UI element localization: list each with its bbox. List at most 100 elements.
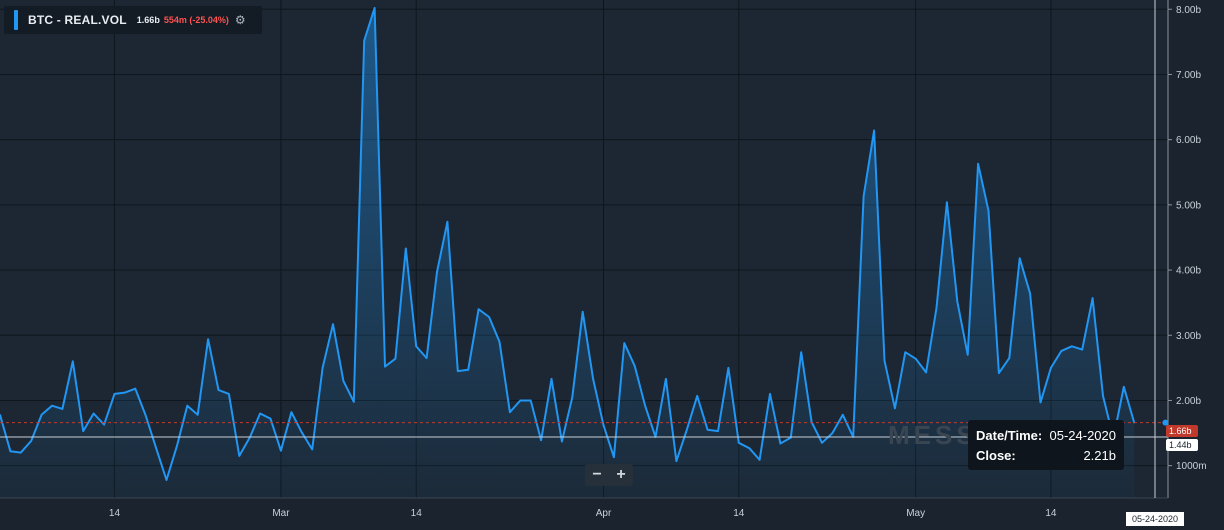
data-point[interactable] [124,391,126,394]
data-point[interactable] [165,479,168,481]
data-point[interactable] [9,450,12,453]
data-point[interactable] [987,209,990,212]
data-point[interactable] [321,367,324,369]
zoom-in-button[interactable]: + [616,467,625,483]
data-point[interactable] [633,365,636,367]
data-point[interactable] [1018,257,1021,260]
data-point[interactable] [1050,367,1052,369]
data-point[interactable] [540,439,542,442]
data-point[interactable] [717,430,719,432]
data-point[interactable] [581,310,584,313]
data-point[interactable] [956,300,959,303]
data-point[interactable] [706,429,709,431]
data-point[interactable] [186,404,189,407]
zoom-out-button[interactable]: − [592,467,601,483]
data-point[interactable] [207,338,209,340]
data-point[interactable] [831,432,834,434]
data-point[interactable] [352,400,355,403]
data-point[interactable] [561,440,563,443]
data-point[interactable] [842,414,844,416]
data-point[interactable] [155,447,157,449]
data-point[interactable] [144,414,147,417]
chart-area[interactable]: 1000m 2.00b 3.00b 4.00b 5.00b 6.00b 7.00b 8.00b… [0,0,1224,530]
data-point[interactable] [685,429,688,431]
gear-icon[interactable]: ⚙ [235,13,246,27]
data-point[interactable] [925,371,927,374]
data-point[interactable] [477,308,480,310]
data-point[interactable] [550,378,553,380]
data-point[interactable] [103,423,105,426]
data-point[interactable] [436,271,438,273]
data-point[interactable] [748,447,750,449]
data-point[interactable] [259,412,261,415]
data-point[interactable] [217,389,220,391]
data-point[interactable] [1008,357,1011,359]
data-point[interactable] [228,393,230,395]
data-point[interactable] [519,399,522,402]
data-point[interactable] [373,7,376,9]
data-point[interactable] [935,307,938,309]
data-point[interactable] [644,404,646,407]
data-point[interactable] [675,460,678,462]
data-point[interactable] [51,404,53,407]
data-point[interactable] [405,247,407,250]
data-point[interactable] [737,442,740,444]
data-point[interactable] [176,445,178,447]
data-point[interactable] [498,340,501,343]
data-point[interactable] [311,448,313,451]
data-point[interactable] [113,393,116,395]
data-point[interactable] [998,372,1000,374]
data-point[interactable] [769,393,771,395]
data-point[interactable] [873,129,875,132]
data-point[interactable] [134,387,137,390]
data-point[interactable] [280,449,282,452]
data-point[interactable] [894,407,896,410]
data-point[interactable] [82,430,85,432]
data-point[interactable] [1039,401,1042,404]
data-point[interactable] [1091,297,1094,299]
data-point[interactable] [488,316,490,318]
data-point[interactable] [946,201,948,204]
data-point[interactable] [727,367,730,369]
data-point[interactable] [1060,350,1063,352]
data-point[interactable] [696,395,698,397]
data-point[interactable] [72,360,74,363]
data-point[interactable] [332,323,334,325]
data-point[interactable] [467,369,470,371]
data-point[interactable] [290,411,293,413]
data-point[interactable] [61,408,64,410]
data-point[interactable] [384,365,386,368]
data-point[interactable] [592,378,594,380]
data-point[interactable] [300,431,303,434]
data-point[interactable] [446,221,449,223]
data-point[interactable] [1122,385,1125,388]
data-point[interactable] [571,396,574,399]
data-point[interactable] [821,442,823,444]
data-point[interactable] [966,354,969,356]
data-point[interactable] [800,351,803,354]
data-point[interactable] [779,442,782,445]
data-point[interactable] [904,351,907,354]
data-point[interactable] [862,195,865,198]
data-point[interactable] [1081,348,1083,351]
data-point[interactable] [457,370,459,372]
data-point[interactable] [602,424,605,427]
data-point[interactable] [977,162,979,165]
data-point[interactable] [613,456,615,458]
data-point[interactable] [92,412,95,415]
data-point[interactable] [40,414,43,416]
data-point[interactable] [196,414,199,416]
data-point[interactable] [758,458,761,461]
data-point[interactable] [238,455,241,457]
data-point[interactable] [425,357,428,359]
data-point[interactable] [415,345,418,348]
data-point[interactable] [1029,292,1031,295]
data-point[interactable] [1102,395,1104,397]
data-point[interactable] [342,380,345,382]
series-legend[interactable]: BTC - REAL.VOL 1.66b 554m (-25.04%) ⚙ [4,6,262,34]
data-point[interactable] [665,378,667,380]
data-point[interactable] [509,411,511,413]
data-point[interactable] [363,39,365,42]
data-point[interactable] [30,440,33,442]
data-point[interactable] [623,342,626,344]
